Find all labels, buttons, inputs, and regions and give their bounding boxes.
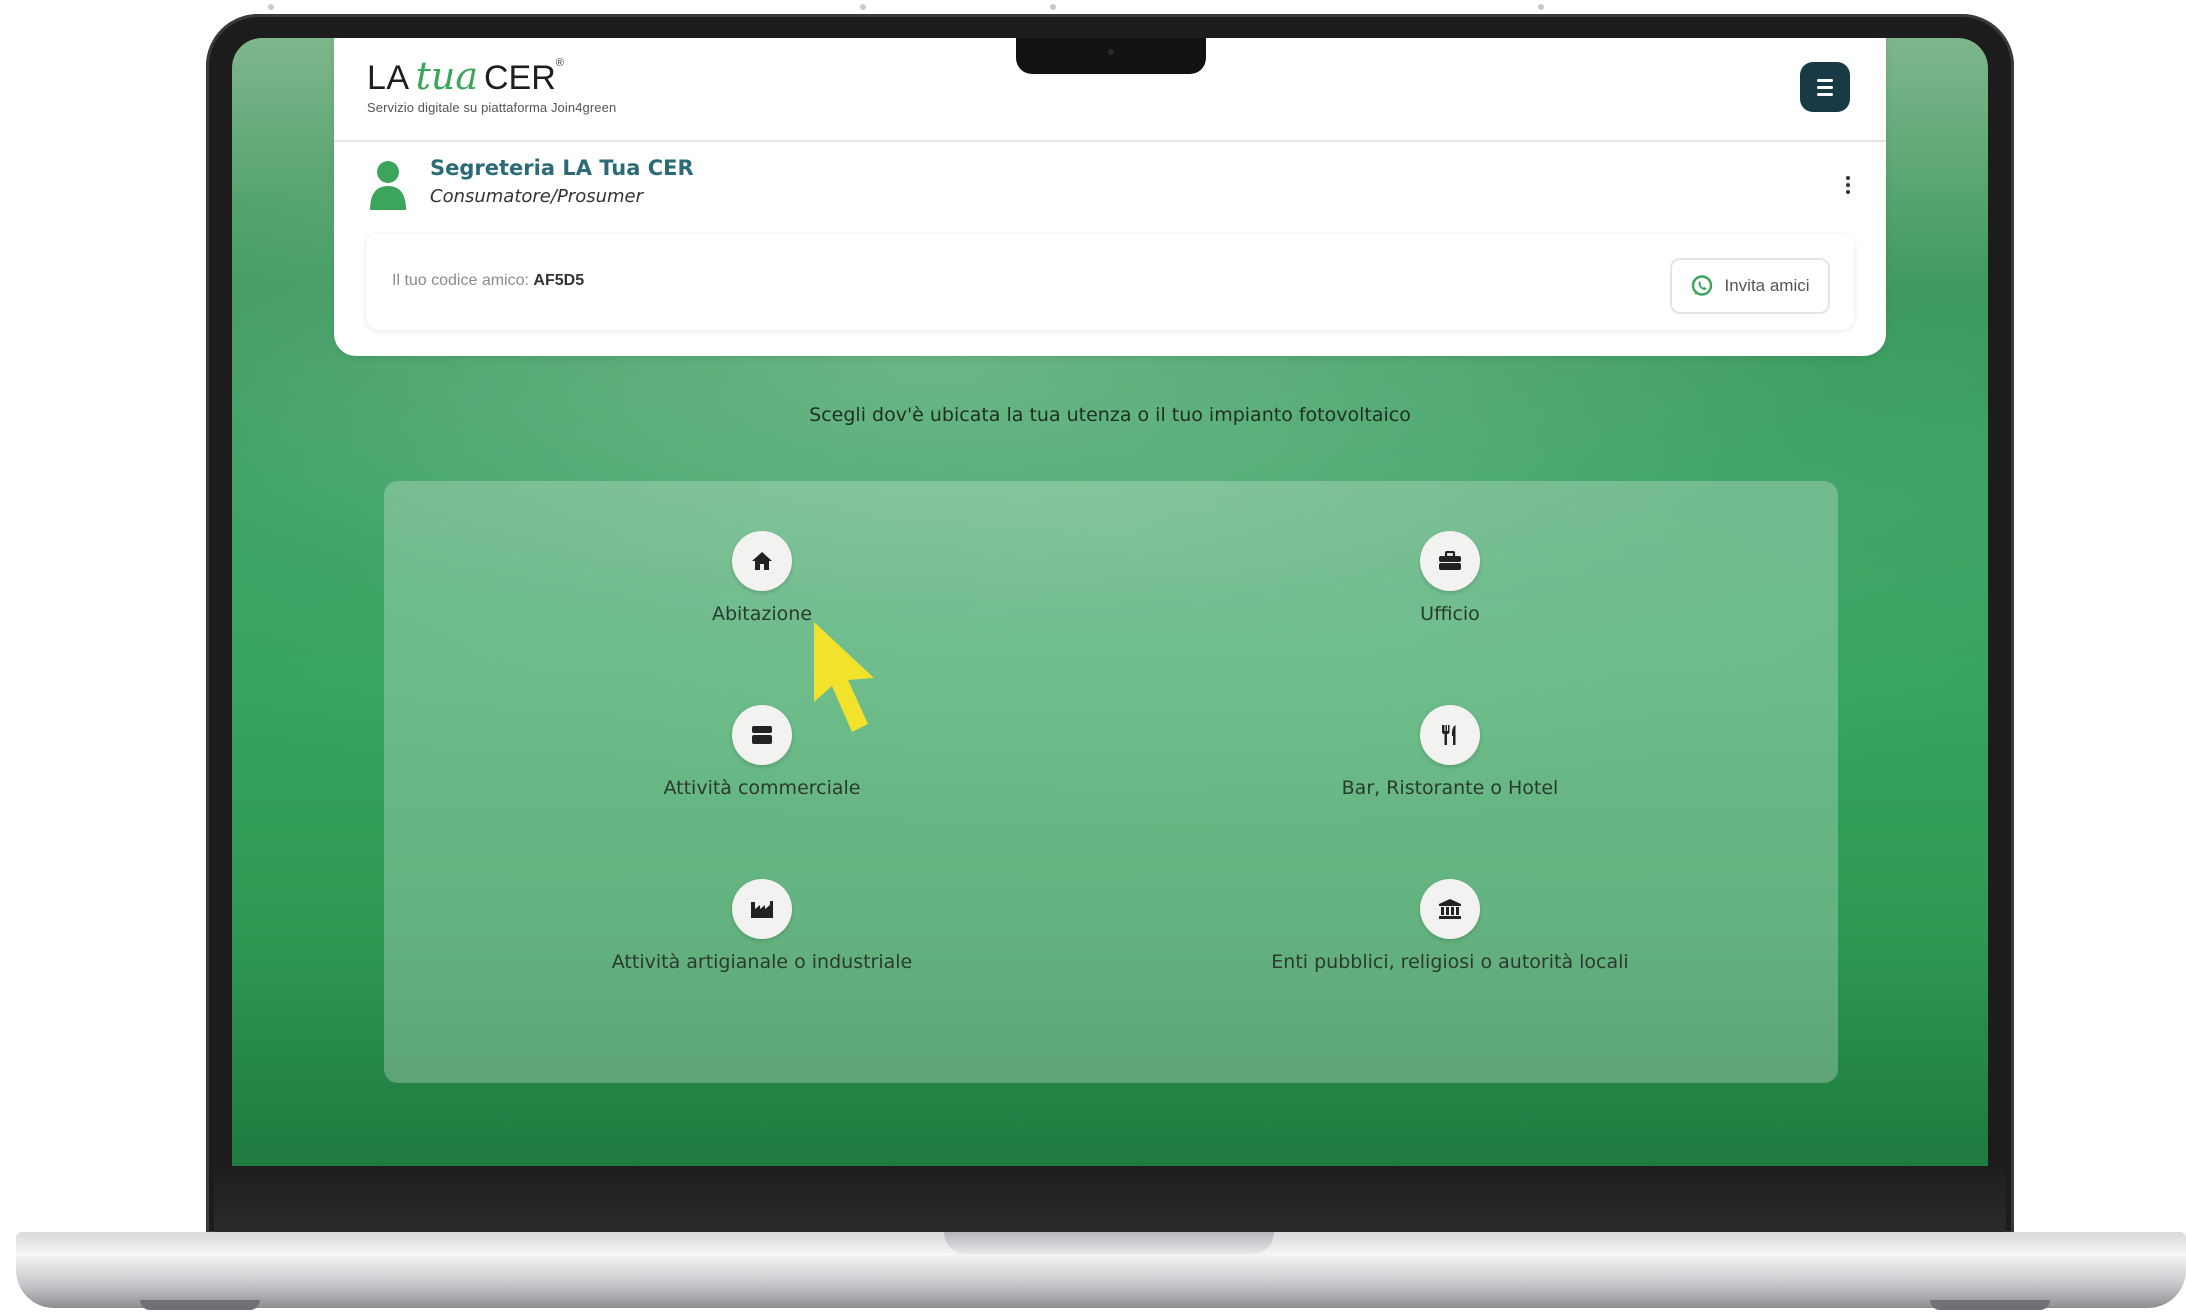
logo-cer: CER ® [484,57,564,97]
logo-la: LA [367,59,410,97]
laptop-foot [1930,1300,2050,1310]
instruction-text: Scegli dov'è ubicata la tua utenza o il … [809,404,1411,426]
home-icon [752,552,772,570]
invite-friends-label: Invita amici [1724,276,1810,295]
option-label: Ufficio [1420,603,1480,625]
camera-icon [1108,49,1114,55]
option-enti-pubblici[interactable]: Enti pubblici, religiosi o autorità loca… [1130,879,1770,999]
landmark-icon [1439,899,1461,919]
referral-code-text: Il tuo codice amico: AF5D5 [392,272,584,290]
briefcase-icon [1439,551,1461,570]
option-label: Attività commerciale [663,777,861,799]
user-profile-row: Segreteria LA Tua CER Consumatore/Prosum… [368,156,1858,220]
referral-box: Il tuo codice amico: AF5D5 Invita amici [366,234,1854,330]
laptop-foot [140,1300,260,1310]
mouse-cursor-icon [814,622,874,732]
user-name: Segreteria LA Tua CER [430,156,694,180]
laptop-bezel [214,1166,2006,1232]
store-icon [752,726,772,744]
option-icon-circle [1420,879,1480,939]
option-icon-circle [732,531,792,591]
option-attivita-artigianale-industriale[interactable]: Attività artigianale o industriale [442,879,1082,999]
option-label: Bar, Ristorante o Hotel [1341,777,1559,799]
app-header-card: LA tua CER ® Servizio digitale su piattaf… [334,38,1886,356]
option-abitazione[interactable]: Abitazione [442,531,1082,651]
laptop-opening-notch [944,1232,1274,1254]
referral-code: AF5D5 [533,272,585,289]
hamburger-icon [1817,78,1833,96]
frame-dot [1050,4,1056,10]
option-bar-ristorante-hotel[interactable]: Bar, Ristorante o Hotel [1130,705,1770,825]
logo[interactable]: LA tua CER ® Servizio digitale su piattaf… [367,54,616,124]
location-options-panel: Abitazione Ufficio Attività commerciale [384,481,1838,1083]
menu-button[interactable] [1800,62,1850,112]
option-label: Attività artigianale o industriale [611,951,913,973]
option-icon-circle [1420,705,1480,765]
option-label: Abitazione [711,603,813,625]
invite-friends-button[interactable]: Invita amici [1670,258,1830,314]
utensils-icon [1442,725,1456,745]
frame-dot [860,4,866,10]
laptop-screen: LA tua CER ® Servizio digitale su piattaf… [232,38,1988,1166]
industry-icon [751,901,773,918]
frame-dot [268,4,274,10]
whatsapp-icon [1692,275,1713,296]
option-icon-circle [732,879,792,939]
option-icon-circle [1420,531,1480,591]
option-icon-circle [732,705,792,765]
user-icon [370,161,406,210]
referral-label: Il tuo codice amico: [392,272,529,289]
option-label: Enti pubblici, religiosi o autorità loca… [1271,951,1629,973]
user-role: Consumatore/Prosumer [430,186,644,207]
camera-notch [1016,38,1206,74]
frame-dot [1538,4,1544,10]
option-ufficio[interactable]: Ufficio [1130,531,1770,651]
logo-subtitle: Servizio digitale su piattaforma Join4gr… [367,100,617,115]
option-attivita-commerciale[interactable]: Attività commerciale [442,705,1082,825]
registered-mark: ® [555,57,564,69]
logo-tua: tua [415,54,478,98]
more-options-button[interactable] [1838,170,1858,200]
